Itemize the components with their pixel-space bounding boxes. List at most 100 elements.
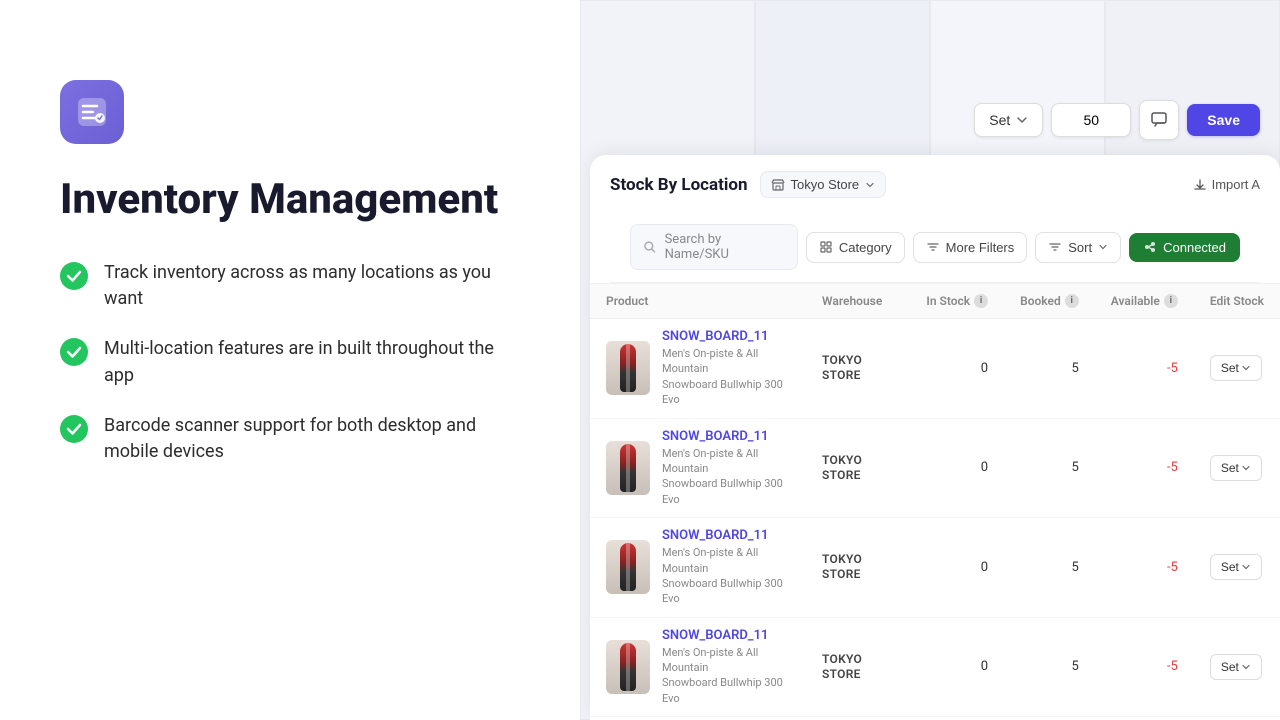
product-sku: SNOW_BOARD_11 xyxy=(662,528,790,543)
warehouse-value: TOKYO STORE xyxy=(822,652,862,681)
connected-button[interactable]: Connected xyxy=(1129,233,1240,262)
set-action-button[interactable]: Set xyxy=(1210,355,1262,381)
cell-product-0: SNOW_BOARD_11 Men's On-piste & All Mount… xyxy=(590,319,806,419)
card-header: Stock By Location Tokyo Store xyxy=(590,155,1280,284)
cell-action-3: Set xyxy=(1194,617,1280,717)
filters-row: Search by Name/SKU Category More xyxy=(610,212,1260,283)
inventory-card: Stock By Location Tokyo Store xyxy=(590,155,1280,720)
page-title: Inventory Management xyxy=(60,176,520,224)
col-in-stock: In Stock i xyxy=(910,284,1004,319)
product-sku: SNOW_BOARD_11 xyxy=(662,628,790,643)
save-button[interactable]: Save xyxy=(1187,104,1260,136)
table-container: Product Warehouse In Stock i xyxy=(590,284,1280,720)
comment-button[interactable] xyxy=(1139,100,1179,140)
product-thumbnail xyxy=(606,640,650,694)
set-action-button[interactable]: Set xyxy=(1210,554,1262,580)
more-filters-button[interactable]: More Filters xyxy=(913,232,1028,263)
product-sku: SNOW_BOARD_11 xyxy=(662,329,790,344)
product-thumbnail xyxy=(606,341,650,395)
cell-warehouse-3: TOKYO STORE xyxy=(806,617,910,717)
col-booked: Booked i xyxy=(1004,284,1095,319)
check-icon-2 xyxy=(60,338,88,366)
product-sku: SNOW_BOARD_11 xyxy=(662,429,790,444)
set-action-button[interactable]: Set xyxy=(1210,654,1262,680)
cell-available-0: -5 xyxy=(1095,319,1194,419)
import-button[interactable]: Import A xyxy=(1193,177,1260,192)
connected-icon xyxy=(1143,240,1157,254)
action-chevron-icon xyxy=(1241,662,1251,672)
set-label: Set xyxy=(989,112,1010,128)
right-panel: Set Save Stock By Location xyxy=(580,0,1280,720)
col-edit-stock: Edit Stock xyxy=(1194,284,1280,319)
cell-in-stock-2: 0 xyxy=(910,518,1004,618)
table-header: Product Warehouse In Stock i xyxy=(590,284,1280,319)
cell-product-2: SNOW_BOARD_11 Men's On-piste & All Mount… xyxy=(590,518,806,618)
cell-booked-2: 5 xyxy=(1004,518,1095,618)
table-row: SNOW_BOARD_11 Men's On-piste & All Mount… xyxy=(590,518,1280,618)
store-icon xyxy=(771,178,785,192)
action-chevron-icon xyxy=(1241,463,1251,473)
quantity-input[interactable] xyxy=(1051,103,1131,137)
product-desc: Men's On-piste & All MountainSnowboard B… xyxy=(662,346,790,408)
cell-action-1: Set xyxy=(1194,418,1280,518)
category-label: Category xyxy=(839,240,892,255)
in-stock-info-icon: i xyxy=(974,294,988,308)
product-desc: Men's On-piste & All MountainSnowboard B… xyxy=(662,545,790,607)
feature-item-2: Multi-location features are in built thr… xyxy=(60,336,520,388)
table-row: SNOW_BOARD_11 Men's On-piste & All Mount… xyxy=(590,418,1280,518)
filter-icon xyxy=(926,240,940,254)
product-desc: Men's On-piste & All MountainSnowboard B… xyxy=(662,446,790,508)
product-thumbnail xyxy=(606,441,650,495)
cell-action-0: Set xyxy=(1194,319,1280,419)
sort-button[interactable]: Sort xyxy=(1035,232,1121,263)
product-desc: Men's On-piste & All MountainSnowboard B… xyxy=(662,645,790,707)
warehouse-value: TOKYO STORE xyxy=(822,552,862,581)
cell-booked-0: 5 xyxy=(1004,319,1095,419)
check-icon-1 xyxy=(60,262,88,290)
action-chevron-icon xyxy=(1241,363,1251,373)
feature-text-3: Barcode scanner support for both desktop… xyxy=(104,413,520,465)
set-action-button[interactable]: Set xyxy=(1210,455,1262,481)
left-panel: Inventory Management Track inventory acr… xyxy=(0,0,580,720)
connected-label: Connected xyxy=(1163,240,1226,255)
cell-available-2: -5 xyxy=(1095,518,1194,618)
inventory-table: Product Warehouse In Stock i xyxy=(590,284,1280,720)
check-icon-3 xyxy=(60,415,88,443)
top-action-bar: Set Save xyxy=(974,100,1260,140)
action-chevron-icon xyxy=(1241,562,1251,572)
cell-product-3: SNOW_BOARD_11 Men's On-piste & All Mount… xyxy=(590,617,806,717)
sort-label: Sort xyxy=(1068,240,1092,255)
cell-product-1: SNOW_BOARD_11 Men's On-piste & All Mount… xyxy=(590,418,806,518)
sort-icon xyxy=(1048,240,1062,254)
cell-booked-3: 5 xyxy=(1004,617,1095,717)
sort-chevron-icon xyxy=(1098,242,1108,252)
card-title-left: Stock By Location Tokyo Store xyxy=(610,171,886,198)
cell-in-stock-1: 0 xyxy=(910,418,1004,518)
feature-item-1: Track inventory across as many locations… xyxy=(60,260,520,312)
cell-warehouse-2: TOKYO STORE xyxy=(806,518,910,618)
category-filter-button[interactable]: Category xyxy=(806,232,905,263)
table-body: SNOW_BOARD_11 Men's On-piste & All Mount… xyxy=(590,319,1280,720)
cell-available-1: -5 xyxy=(1095,418,1194,518)
cell-booked-1: 5 xyxy=(1004,418,1095,518)
cell-warehouse-1: TOKYO STORE xyxy=(806,418,910,518)
dropdown-icon xyxy=(865,180,875,190)
booked-info-icon: i xyxy=(1065,294,1079,308)
table-row: SNOW_BOARD_11 Men's On-piste & All Mount… xyxy=(590,617,1280,717)
location-selector[interactable]: Tokyo Store xyxy=(760,171,887,198)
set-dropdown[interactable]: Set xyxy=(974,103,1043,137)
card-title-row: Stock By Location Tokyo Store xyxy=(610,171,1260,198)
feature-text-1: Track inventory across as many locations… xyxy=(104,260,520,312)
cell-action-2: Set xyxy=(1194,518,1280,618)
feature-text-2: Multi-location features are in built thr… xyxy=(104,336,520,388)
category-icon xyxy=(819,240,833,254)
cell-in-stock-0: 0 xyxy=(910,319,1004,419)
table-row: SNOW_BOARD_11 Men's On-piste & All Mount… xyxy=(590,319,1280,419)
app-icon xyxy=(60,80,124,144)
card-title: Stock By Location xyxy=(610,175,748,195)
location-label: Tokyo Store xyxy=(791,177,860,192)
search-box[interactable]: Search by Name/SKU xyxy=(630,224,798,270)
cell-in-stock-3: 0 xyxy=(910,617,1004,717)
product-thumbnail xyxy=(606,540,650,594)
cell-warehouse-0: TOKYO STORE xyxy=(806,319,910,419)
